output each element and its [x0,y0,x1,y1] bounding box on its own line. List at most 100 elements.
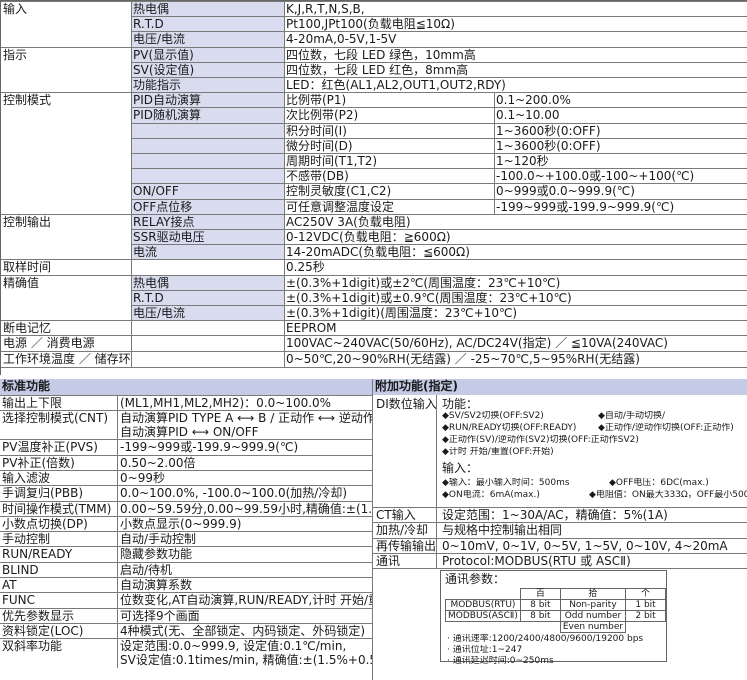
standard-functions-header: 标准功能 [0,379,372,395]
additional-function-value: 设定范围：1~30A/AC，精确值：5%(1A) [442,508,668,522]
spec-range: -199~999或-199.9~999.9(℃) [496,199,675,214]
comm-table-cell: Odd number [559,610,627,623]
additional-function-name: 加热/冷却 [376,523,429,538]
spec-category: 输入 [3,2,28,16]
spec-range: 1~3600秒(0:OFF) [496,123,601,138]
function-value: 4种模式(无、全部锁定、内码锁定、外码锁定) [118,624,373,639]
spec-category [1,108,131,123]
spec-subcategory: ON/OFF [131,184,284,200]
row-divider [372,568,747,570]
row-divider [131,168,747,170]
comm-parameters-box: 通讯参数： 百拾个 MODBUS(RTU) 8 bit Non-parity 1 bit M… [440,570,667,666]
function-value: 启动/待机 [118,563,373,578]
function-name: 选择控制模式(CNT) [2,411,109,426]
row-divider [1,259,747,261]
row-divider [131,153,747,154]
row-divider [131,16,747,18]
comm-table-cell: Even number [559,621,627,634]
spec-category [1,169,131,184]
comm-table-cell: 个 [625,588,666,601]
di-label: DI数位输入 [376,397,437,411]
spec-category: 指示 [3,47,28,62]
function-value-line: SV设定值:0.1times/min, 精确值:±(1.5%+0.5秒) [120,653,373,668]
spec-value: 四位数，七段 LED 红色，8mm高 [286,62,469,77]
function-name: 时间操作模式(TMM) [2,501,112,516]
spec-category: 控制输出 [3,214,52,229]
comm-table-cell [446,622,521,633]
spec-range: 1~3600秒(0:OFF) [496,138,601,153]
spec-category [1,63,131,78]
comm-table-cell: MODBUS(ASCⅡ) [445,610,521,623]
spec-category [1,230,131,245]
comm-table-cell: 8 bit [519,610,561,623]
spec-table: 输入 热电偶 K,J,R,T,N,S,B, R.T.D Pt100,JPt100(负载电… [0,0,747,375]
spec-subcategory: 功能指示 [131,78,284,94]
di-function-item: ◆正动作/逆动作切换(OFF:正动作) [598,423,734,433]
comm-title: 通讯参数： [445,572,506,587]
comm-table-cell: 8 bit [519,599,561,612]
row-divider [0,577,372,578]
row-divider [131,305,747,306]
function-value: 0.0~100.0%, -100.0~100.0(加热/冷却) [118,486,373,501]
column-divider [372,379,373,680]
function-value: 小数点显示(0~999.9) [118,517,373,532]
spec-category: 断电记忆 [3,321,52,336]
function-value-line: 自动演算PID TYPE A ⟷ B / 正动作 ⟷ 逆动作 [120,411,373,426]
spec-category [1,32,131,47]
function-name: RUN/READY [2,547,73,562]
comm-table-cell [446,589,521,600]
row-divider [0,531,372,533]
additional-function-name: CT输入 [376,508,416,522]
spec-category [1,245,131,260]
additional-functions-header: 附加功能(指定) [373,379,747,395]
spec-category: 精确值 [3,275,40,290]
spec-value: 积分时间(I) [286,123,347,138]
spec-subcategory: PID随机演算 [131,108,284,124]
spec-subcategory: 电压/电流 [131,32,284,48]
comm-table-cell: 百 [519,588,561,601]
di-input-item: ◆OFF电压：6DC(max.) [609,478,709,488]
function-value-line: 自动演算系数 [120,578,193,592]
additional-function-value: 与规格中控制输出相同 [442,523,563,538]
function-name: AT [2,578,17,592]
spec-category [1,124,131,139]
function-value-line: 0~99秒 [120,470,165,485]
additional-function-value: Protocol:MODBUS(RTU 或 ASCⅡ) [442,553,631,568]
spec-subcategory: 电流 [131,245,284,261]
row-divider [131,289,747,291]
row-divider [0,500,372,502]
comm-table-cell [626,622,666,633]
spec-value: EEPROM [286,321,337,336]
spec-value: Pt100,JPt100(负载电阻≦10Ω) [286,17,455,32]
di-function-item: ◆计时 开始/重置(OFF:开始) [442,447,554,457]
function-name: PV温度补正(PVS) [2,440,98,455]
function-name: 输出上下限 [2,396,63,410]
spec-value: 0-12VDC(负载电阻：≧600Ω) [286,230,451,244]
spec-value: K,J,R,T,N,S,B, [286,2,365,16]
spec-value: 周期时间(T1,T2) [286,154,378,168]
function-value-line: 小数点显示(0~999.9) [120,516,242,531]
function-name: 手动控制 [2,532,51,547]
spec-value: 控制灵敏度(C1,C2) [286,184,392,199]
spec-value: 100VAC~240VAC(50/60Hz), AC/DC24V(指定) ／ ≦… [286,336,668,351]
row-divider [1,92,747,94]
row-divider [131,107,747,109]
function-name: BLIND [2,562,39,577]
function-value-line: 4种模式(无、全部锁定、内码锁定、外码锁定) [120,623,365,638]
function-value-line: 0.50~2.00倍 [120,455,196,470]
spec-subcategory: SSR驱动电压 [131,230,284,246]
column-divider [494,92,495,215]
row-divider [131,31,747,33]
spec-range: 0~999或0.0~999.9(℃) [496,184,635,199]
row-divider [1,274,747,276]
function-name: FUNC [2,593,36,608]
comm-table-cell [520,622,560,633]
function-name: 资料锁定(LOC) [2,623,84,638]
function-value-line: 位数变化,AT自动演算,RUN/READY,计时 开始/重置 [120,593,373,608]
function-value-line: (ML1,MH1,ML2,MH2)：0.0~100.0% [120,396,332,410]
comm-note: · 通讯延迟时间:0~250ms [447,656,554,667]
spec-category [1,184,131,199]
function-value: 位数变化,AT自动演算,RUN/READY,计时 开始/重置 [118,593,373,608]
spec-value: 可任意调整温度设定 [286,199,395,214]
spec-subcategory: R.T.D [131,17,284,33]
